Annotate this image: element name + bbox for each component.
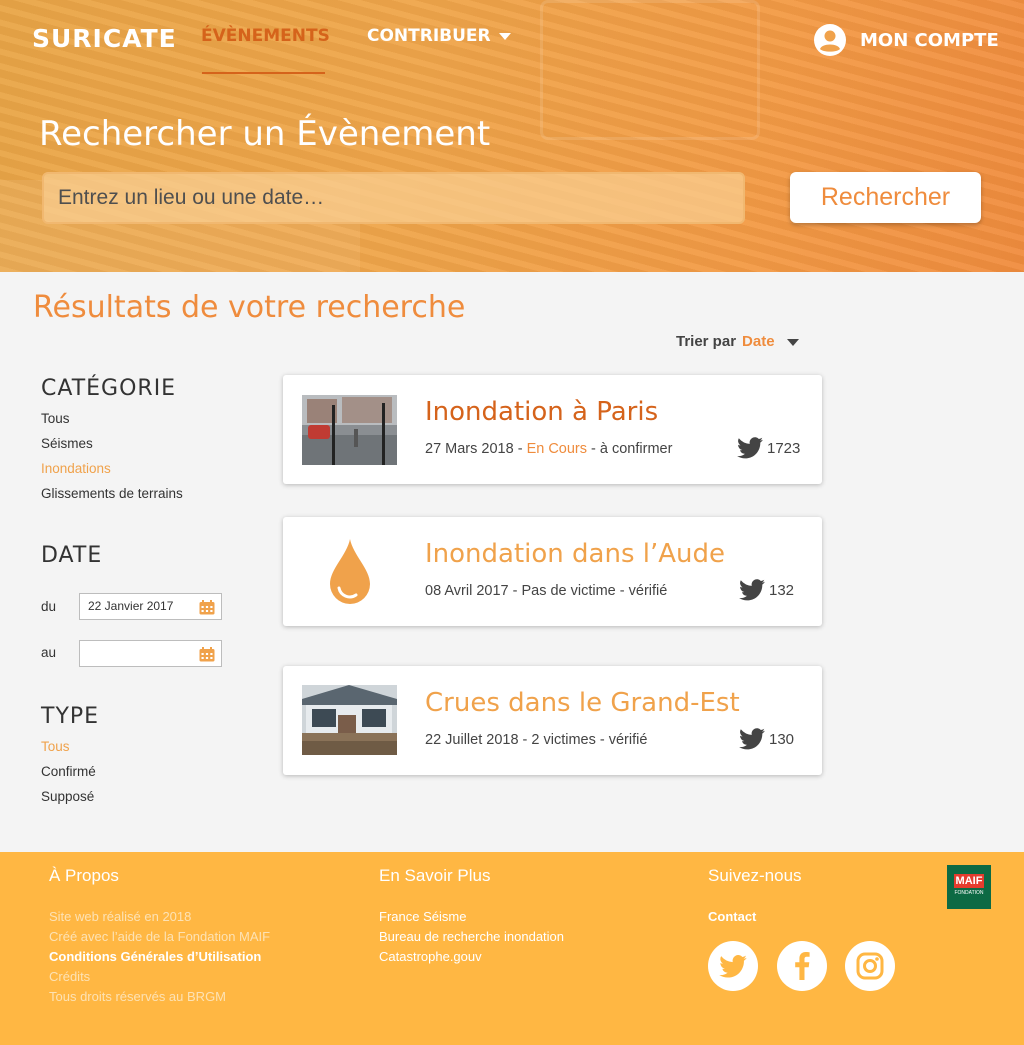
tweet-count: 130 [739, 728, 794, 750]
terms-link[interactable]: Conditions Générales d’Utilisation [49, 949, 261, 964]
footer-about-heading: À Propos [49, 866, 119, 885]
nav-active-underline [202, 72, 325, 74]
twitter-icon [739, 728, 765, 750]
chevron-down-icon [786, 338, 799, 346]
category-filter-item[interactable]: Tous [41, 411, 70, 426]
category-heading: CATÉGORIE [41, 376, 177, 401]
event-title[interactable]: Inondation à Paris [425, 397, 658, 427]
water-drop-icon [330, 539, 370, 604]
event-thumbnail [302, 537, 397, 607]
event-thumbnail [302, 685, 397, 755]
sort-value: Date [742, 333, 775, 350]
footer-link[interactable]: France Séisme [379, 909, 466, 924]
event-thumbnail [302, 395, 397, 465]
footer-about-line: Tous droits réservés au BRGM [49, 989, 227, 1004]
event-verification: - à confirmer [587, 441, 673, 457]
sort-dropdown[interactable]: Trier par Date [676, 333, 799, 350]
footer-link[interactable]: Catastrophe.gouv [379, 949, 482, 964]
facebook-icon [795, 952, 810, 980]
date-from-label: du [41, 599, 57, 614]
event-date: 08 Avril 2017 - Pas de victime - vérifié [425, 583, 668, 599]
nav-contribute[interactable]: CONTRIBUER [367, 26, 511, 46]
contact-link[interactable]: Contact [708, 909, 756, 924]
search-input[interactable] [42, 172, 745, 224]
sort-label: Trier par [676, 333, 737, 350]
event-card[interactable]: Crues dans le Grand-Est 22 Juillet 2018 … [283, 666, 822, 775]
maif-logo-text: MAIF [953, 874, 985, 888]
twitter-link[interactable] [708, 941, 758, 991]
site-logo[interactable]: SURICATE [32, 24, 177, 53]
tweet-count-value: 132 [769, 581, 795, 599]
search-title: Rechercher un Évènement [39, 114, 491, 154]
category-filter-item[interactable]: Séismes [41, 436, 93, 451]
chevron-down-icon [498, 32, 511, 40]
event-date: 27 Mars 2018 - [425, 441, 527, 457]
calendar-icon[interactable] [199, 647, 215, 662]
account-button[interactable]: MON COMPTE [814, 24, 999, 56]
hero-banner: SURICATE ÉVÈNEMENTS CONTRIBUER MON COMPT… [0, 0, 1024, 272]
instagram-icon [856, 952, 884, 980]
type-filter-item[interactable]: Supposé [41, 789, 94, 804]
tweet-count-value: 130 [769, 730, 795, 748]
type-heading: TYPE [41, 704, 100, 729]
footer-link[interactable]: Bureau de recherche inondation [379, 929, 564, 944]
type-filter-item[interactable]: Confirmé [41, 764, 96, 779]
footer-more-heading: En Savoir Plus [379, 866, 491, 885]
twitter-icon [739, 579, 765, 601]
results-title: Résultats de votre recherche [33, 290, 466, 325]
tweet-count: 132 [739, 579, 794, 601]
date-from-value: 22 Janvier 2017 [88, 599, 174, 613]
footer: À Propos Site web réalisé en 2018 Créé a… [0, 852, 1024, 1045]
type-filter-item[interactable]: Tous [41, 739, 70, 754]
credits-link[interactable]: Crédits [49, 969, 90, 984]
event-title[interactable]: Crues dans le Grand-Est [425, 688, 740, 718]
event-title[interactable]: Inondation dans l’Aude [425, 539, 725, 569]
date-to-field[interactable] [79, 640, 222, 667]
facebook-link[interactable] [777, 941, 827, 991]
twitter-icon [719, 954, 747, 978]
account-label: MON COMPTE [860, 29, 999, 51]
category-filter-item[interactable]: Glissements de terrains [41, 486, 183, 501]
event-meta: 22 Juillet 2018 - 2 victimes - vérifié [425, 732, 647, 748]
nav-events[interactable]: ÉVÈNEMENTS [201, 26, 330, 46]
date-to-label: au [41, 645, 57, 660]
maif-logo: MAIF FONDATION [947, 865, 991, 909]
nav-contribute-label: CONTRIBUER [367, 26, 491, 46]
twitter-icon [737, 437, 763, 459]
event-meta: 27 Mars 2018 - En Cours - à confirmer [425, 441, 672, 457]
user-icon [814, 24, 846, 56]
event-card[interactable]: Inondation à Paris 27 Mars 2018 - En Cou… [283, 375, 822, 484]
instagram-link[interactable] [845, 941, 895, 991]
calendar-icon[interactable] [199, 600, 215, 615]
event-status: En Cours [526, 441, 588, 457]
date-heading: DATE [41, 543, 103, 568]
hero-background-shape [540, 0, 760, 140]
date-from-field[interactable]: 22 Janvier 2017 [79, 593, 222, 620]
maif-logo-subtext: FONDATION [954, 890, 984, 896]
search-button[interactable]: Rechercher [790, 172, 981, 223]
event-date: 22 Juillet 2018 - 2 victimes - vérifié [425, 732, 648, 748]
tweet-count-value: 1723 [767, 439, 801, 457]
footer-about-line: Créé avec l’aide de la Fondation MAIF [49, 929, 271, 944]
footer-about-line: Site web réalisé en 2018 [49, 909, 192, 924]
category-filter-item[interactable]: Inondations [41, 461, 111, 476]
tweet-count: 1723 [737, 437, 800, 459]
event-card[interactable]: Inondation dans l’Aude 08 Avril 2017 - P… [283, 517, 822, 626]
event-meta: 08 Avril 2017 - Pas de victime - vérifié [425, 583, 667, 599]
footer-follow-heading: Suivez-nous [708, 866, 802, 885]
